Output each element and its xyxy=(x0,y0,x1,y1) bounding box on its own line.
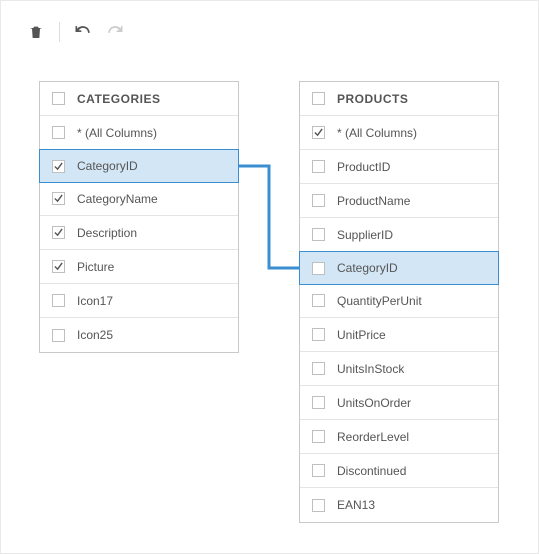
column-checkbox[interactable] xyxy=(312,194,325,207)
column-checkbox[interactable] xyxy=(52,192,65,205)
column-checkbox[interactable] xyxy=(312,294,325,307)
redo-button[interactable] xyxy=(104,21,126,43)
column-checkbox[interactable] xyxy=(312,396,325,409)
column-checkbox[interactable] xyxy=(312,430,325,443)
column-checkbox[interactable] xyxy=(52,329,65,342)
column-row[interactable]: Discontinued xyxy=(300,454,498,488)
column-label: QuantityPerUnit xyxy=(337,294,422,308)
column-checkbox[interactable] xyxy=(52,226,65,239)
column-label: * (All Columns) xyxy=(337,126,417,140)
column-checkbox[interactable] xyxy=(52,260,65,273)
column-label: EAN13 xyxy=(337,498,375,512)
column-label: ReorderLevel xyxy=(337,430,409,444)
query-designer-canvas: CATEGORIES * (All Columns) CategoryID Cate… xyxy=(0,0,539,554)
column-row[interactable]: ReorderLevel xyxy=(300,420,498,454)
table-header[interactable]: CATEGORIES xyxy=(40,82,238,116)
column-label: CategoryID xyxy=(337,261,398,275)
column-row[interactable]: CategoryID xyxy=(299,251,499,285)
column-label: UnitsInStock xyxy=(337,362,404,376)
column-checkbox[interactable] xyxy=(312,262,325,275)
table-products[interactable]: PRODUCTS * (All Columns) ProductID Product… xyxy=(299,81,499,523)
trash-icon xyxy=(28,24,44,40)
toolbar xyxy=(25,21,126,43)
undo-icon xyxy=(73,22,93,42)
table-title: CATEGORIES xyxy=(77,92,160,106)
column-checkbox[interactable] xyxy=(312,160,325,173)
column-checkbox[interactable] xyxy=(312,126,325,139)
delete-button[interactable] xyxy=(25,21,47,43)
column-row[interactable]: Picture xyxy=(40,250,238,284)
select-all-checkbox[interactable] xyxy=(312,92,325,105)
column-row[interactable]: * (All Columns) xyxy=(40,116,238,150)
column-label: CategoryName xyxy=(77,192,158,206)
column-label: UnitPrice xyxy=(337,328,386,342)
column-row[interactable]: UnitPrice xyxy=(300,318,498,352)
column-label: * (All Columns) xyxy=(77,126,157,140)
column-label: UnitsOnOrder xyxy=(337,396,411,410)
separator xyxy=(59,22,60,42)
column-label: Picture xyxy=(77,260,114,274)
column-row[interactable]: CategoryName xyxy=(40,182,238,216)
column-label: ProductName xyxy=(337,194,410,208)
select-all-checkbox[interactable] xyxy=(52,92,65,105)
column-row[interactable]: QuantityPerUnit xyxy=(300,284,498,318)
column-label: Icon17 xyxy=(77,294,113,308)
column-checkbox[interactable] xyxy=(312,499,325,512)
column-checkbox[interactable] xyxy=(312,328,325,341)
column-row[interactable]: ProductName xyxy=(300,184,498,218)
column-row[interactable]: SupplierID xyxy=(300,218,498,252)
column-row[interactable]: Description xyxy=(40,216,238,250)
table-header[interactable]: PRODUCTS xyxy=(300,82,498,116)
column-label: Icon25 xyxy=(77,328,113,342)
column-label: Description xyxy=(77,226,137,240)
redo-icon xyxy=(105,22,125,42)
column-label: SupplierID xyxy=(337,228,393,242)
column-row[interactable]: Icon17 xyxy=(40,284,238,318)
undo-button[interactable] xyxy=(72,21,94,43)
column-row[interactable]: ProductID xyxy=(300,150,498,184)
table-title: PRODUCTS xyxy=(337,92,408,106)
table-categories[interactable]: CATEGORIES * (All Columns) CategoryID Cate… xyxy=(39,81,239,353)
column-checkbox[interactable] xyxy=(52,126,65,139)
column-checkbox[interactable] xyxy=(312,228,325,241)
column-checkbox[interactable] xyxy=(52,160,65,173)
column-row[interactable]: UnitsOnOrder xyxy=(300,386,498,420)
column-row[interactable]: * (All Columns) xyxy=(300,116,498,150)
column-row[interactable]: CategoryID xyxy=(39,149,239,183)
column-row[interactable]: EAN13 xyxy=(300,488,498,522)
column-label: CategoryID xyxy=(77,159,138,173)
column-checkbox[interactable] xyxy=(312,362,325,375)
column-row[interactable]: UnitsInStock xyxy=(300,352,498,386)
column-label: ProductID xyxy=(337,160,390,174)
column-label: Discontinued xyxy=(337,464,406,478)
column-checkbox[interactable] xyxy=(312,464,325,477)
column-checkbox[interactable] xyxy=(52,294,65,307)
column-row[interactable]: Icon25 xyxy=(40,318,238,352)
